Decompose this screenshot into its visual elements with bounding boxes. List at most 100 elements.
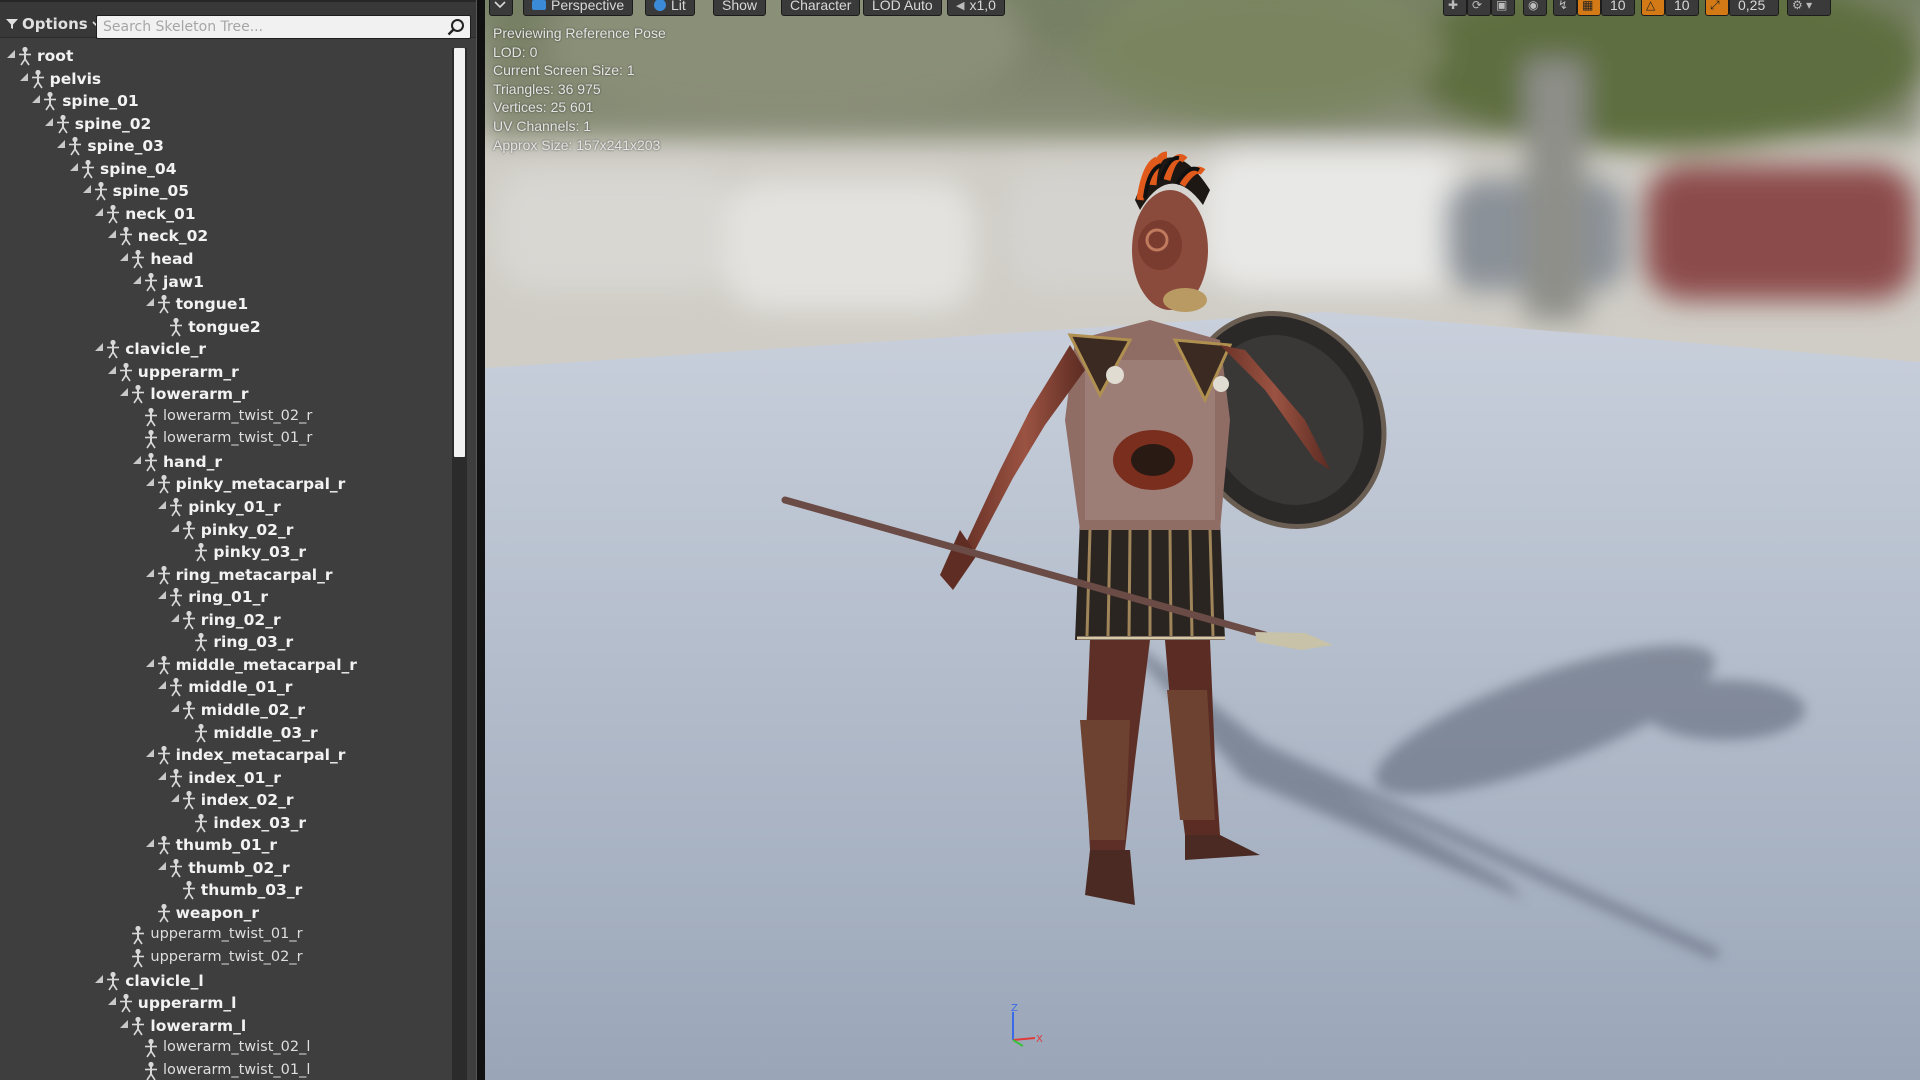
- expand-arrow-icon[interactable]: [94, 341, 104, 353]
- tree-scrollbar[interactable]: [452, 48, 467, 1080]
- tree-row-spine_01[interactable]: spine_01: [0, 90, 455, 112]
- tree-row-index_03_r[interactable]: index_03_r: [0, 812, 455, 834]
- tree-row-neck_02[interactable]: neck_02: [0, 225, 455, 247]
- tree-row-thumb_01_r[interactable]: thumb_01_r: [0, 834, 455, 856]
- tree-row-root[interactable]: root: [0, 45, 455, 67]
- angle-snap-value[interactable]: 10: [1665, 0, 1699, 16]
- tree-row-neck_01[interactable]: neck_01: [0, 203, 455, 225]
- tree-row-lowerarm_twist_01_l[interactable]: lowerarm_twist_01_l: [0, 1060, 455, 1080]
- preview-viewport[interactable]: Perspective Lit Show Character LOD Auto …: [485, 0, 1920, 1080]
- expand-arrow-icon[interactable]: [145, 837, 155, 849]
- scale-icon[interactable]: ▣: [1491, 0, 1515, 16]
- tree-row-thumb_03_r[interactable]: thumb_03_r: [0, 879, 455, 901]
- tree-row-hand_r[interactable]: hand_r: [0, 451, 455, 473]
- expand-arrow-icon[interactable]: [19, 71, 29, 83]
- expand-arrow-icon[interactable]: [31, 93, 41, 105]
- tree-row-middle_metacarpal_r[interactable]: middle_metacarpal_r: [0, 654, 455, 676]
- tree-row-pinky_03_r[interactable]: pinky_03_r: [0, 541, 455, 563]
- tree-row-upperarm_twist_02_r[interactable]: upperarm_twist_02_r: [0, 947, 455, 969]
- tree-scrollbar-thumb[interactable]: [454, 48, 465, 457]
- grid-snap-icon[interactable]: ▦: [1577, 0, 1601, 16]
- expand-arrow-icon[interactable]: [132, 274, 142, 286]
- expand-arrow-icon[interactable]: [69, 161, 79, 173]
- expand-arrow-icon[interactable]: [157, 589, 167, 601]
- expand-arrow-icon[interactable]: [94, 973, 104, 985]
- tree-row-clavicle_l[interactable]: clavicle_l: [0, 970, 455, 992]
- expand-arrow-icon[interactable]: [56, 138, 66, 150]
- viewport-options-button[interactable]: [489, 0, 513, 16]
- scale-snap-icon[interactable]: ⤢: [1705, 0, 1729, 16]
- tree-row-ring_02_r[interactable]: ring_02_r: [0, 609, 455, 631]
- expand-arrow-icon[interactable]: [157, 499, 167, 511]
- expand-arrow-icon[interactable]: [145, 296, 155, 308]
- tree-row-ring_metacarpal_r[interactable]: ring_metacarpal_r: [0, 564, 455, 586]
- tree-row-upperarm_twist_01_r[interactable]: upperarm_twist_01_r: [0, 924, 455, 946]
- tree-row-pinky_metacarpal_r[interactable]: pinky_metacarpal_r: [0, 473, 455, 495]
- search-icon[interactable]: [447, 18, 466, 37]
- scale-snap-value[interactable]: 0,25: [1729, 0, 1779, 16]
- tree-row-tongue1[interactable]: tongue1: [0, 293, 455, 315]
- tree-row-lowerarm_twist_02_r[interactable]: lowerarm_twist_02_r: [0, 406, 455, 428]
- tree-row-lowerarm_twist_02_l[interactable]: lowerarm_twist_02_l: [0, 1037, 455, 1059]
- expand-arrow-icon[interactable]: [145, 747, 155, 759]
- panel-splitter[interactable]: [476, 0, 485, 1080]
- tree-row-middle_03_r[interactable]: middle_03_r: [0, 722, 455, 744]
- tree-row-pinky_02_r[interactable]: pinky_02_r: [0, 519, 455, 541]
- tree-row-spine_05[interactable]: spine_05: [0, 180, 455, 202]
- tree-row-index_metacarpal_r[interactable]: index_metacarpal_r: [0, 744, 455, 766]
- tree-row-upperarm_l[interactable]: upperarm_l: [0, 992, 455, 1014]
- playback-speed-button[interactable]: ◀ x1,0: [947, 0, 1005, 16]
- character-button[interactable]: Character: [781, 0, 861, 16]
- tree-row-head[interactable]: head: [0, 248, 455, 270]
- search-input[interactable]: [97, 16, 437, 38]
- expand-arrow-icon[interactable]: [119, 386, 129, 398]
- camera-speed-icon[interactable]: ⚙ ▾: [1787, 0, 1831, 16]
- expand-arrow-icon[interactable]: [157, 770, 167, 782]
- tree-row-spine_02[interactable]: spine_02: [0, 113, 455, 135]
- show-button[interactable]: Show: [713, 0, 767, 16]
- tree-row-spine_04[interactable]: spine_04: [0, 158, 455, 180]
- tree-row-pinky_01_r[interactable]: pinky_01_r: [0, 496, 455, 518]
- translate-icon[interactable]: ✚: [1443, 0, 1467, 16]
- tree-row-middle_01_r[interactable]: middle_01_r: [0, 676, 455, 698]
- tree-row-pelvis[interactable]: pelvis: [0, 68, 455, 90]
- expand-arrow-icon[interactable]: [170, 612, 180, 624]
- tree-row-ring_03_r[interactable]: ring_03_r: [0, 631, 455, 653]
- tree-row-clavicle_r[interactable]: clavicle_r: [0, 338, 455, 360]
- tree-row-jaw1[interactable]: jaw1: [0, 271, 455, 293]
- expand-arrow-icon[interactable]: [157, 679, 167, 691]
- grid-snap-value[interactable]: 10: [1601, 0, 1635, 16]
- expand-arrow-icon[interactable]: [157, 860, 167, 872]
- expand-arrow-icon[interactable]: [132, 454, 142, 466]
- tree-row-lowerarm_twist_01_r[interactable]: lowerarm_twist_01_r: [0, 428, 455, 450]
- tree-row-ring_01_r[interactable]: ring_01_r: [0, 586, 455, 608]
- tree-row-weapon_r[interactable]: weapon_r: [0, 902, 455, 924]
- expand-arrow-icon[interactable]: [145, 567, 155, 579]
- angle-snap-icon[interactable]: △: [1641, 0, 1665, 16]
- tree-row-upperarm_r[interactable]: upperarm_r: [0, 361, 455, 383]
- expand-arrow-icon[interactable]: [119, 251, 129, 263]
- tree-row-lowerarm_r[interactable]: lowerarm_r: [0, 383, 455, 405]
- perspective-button[interactable]: Perspective: [523, 0, 634, 16]
- lod-button[interactable]: LOD Auto: [863, 0, 942, 16]
- expand-arrow-icon[interactable]: [107, 995, 117, 1007]
- expand-arrow-icon[interactable]: [107, 228, 117, 240]
- tree-row-spine_03[interactable]: spine_03: [0, 135, 455, 157]
- tree-row-lowerarm_l[interactable]: lowerarm_l: [0, 1015, 455, 1037]
- world-local-icon[interactable]: ◉: [1523, 0, 1547, 16]
- expand-arrow-icon[interactable]: [82, 183, 92, 195]
- expand-arrow-icon[interactable]: [170, 702, 180, 714]
- surface-snap-icon[interactable]: ↯: [1553, 0, 1577, 16]
- expand-arrow-icon[interactable]: [94, 206, 104, 218]
- expand-arrow-icon[interactable]: [170, 522, 180, 534]
- expand-arrow-icon[interactable]: [44, 116, 54, 128]
- expand-arrow-icon[interactable]: [170, 792, 180, 804]
- lit-button[interactable]: Lit: [645, 0, 695, 16]
- tree-row-index_01_r[interactable]: index_01_r: [0, 767, 455, 789]
- expand-arrow-icon[interactable]: [107, 364, 117, 376]
- tree-row-index_02_r[interactable]: index_02_r: [0, 789, 455, 811]
- expand-arrow-icon[interactable]: [145, 657, 155, 669]
- options-dropdown[interactable]: Options: [6, 13, 102, 35]
- expand-arrow-icon[interactable]: [6, 48, 16, 60]
- expand-arrow-icon[interactable]: [145, 476, 155, 488]
